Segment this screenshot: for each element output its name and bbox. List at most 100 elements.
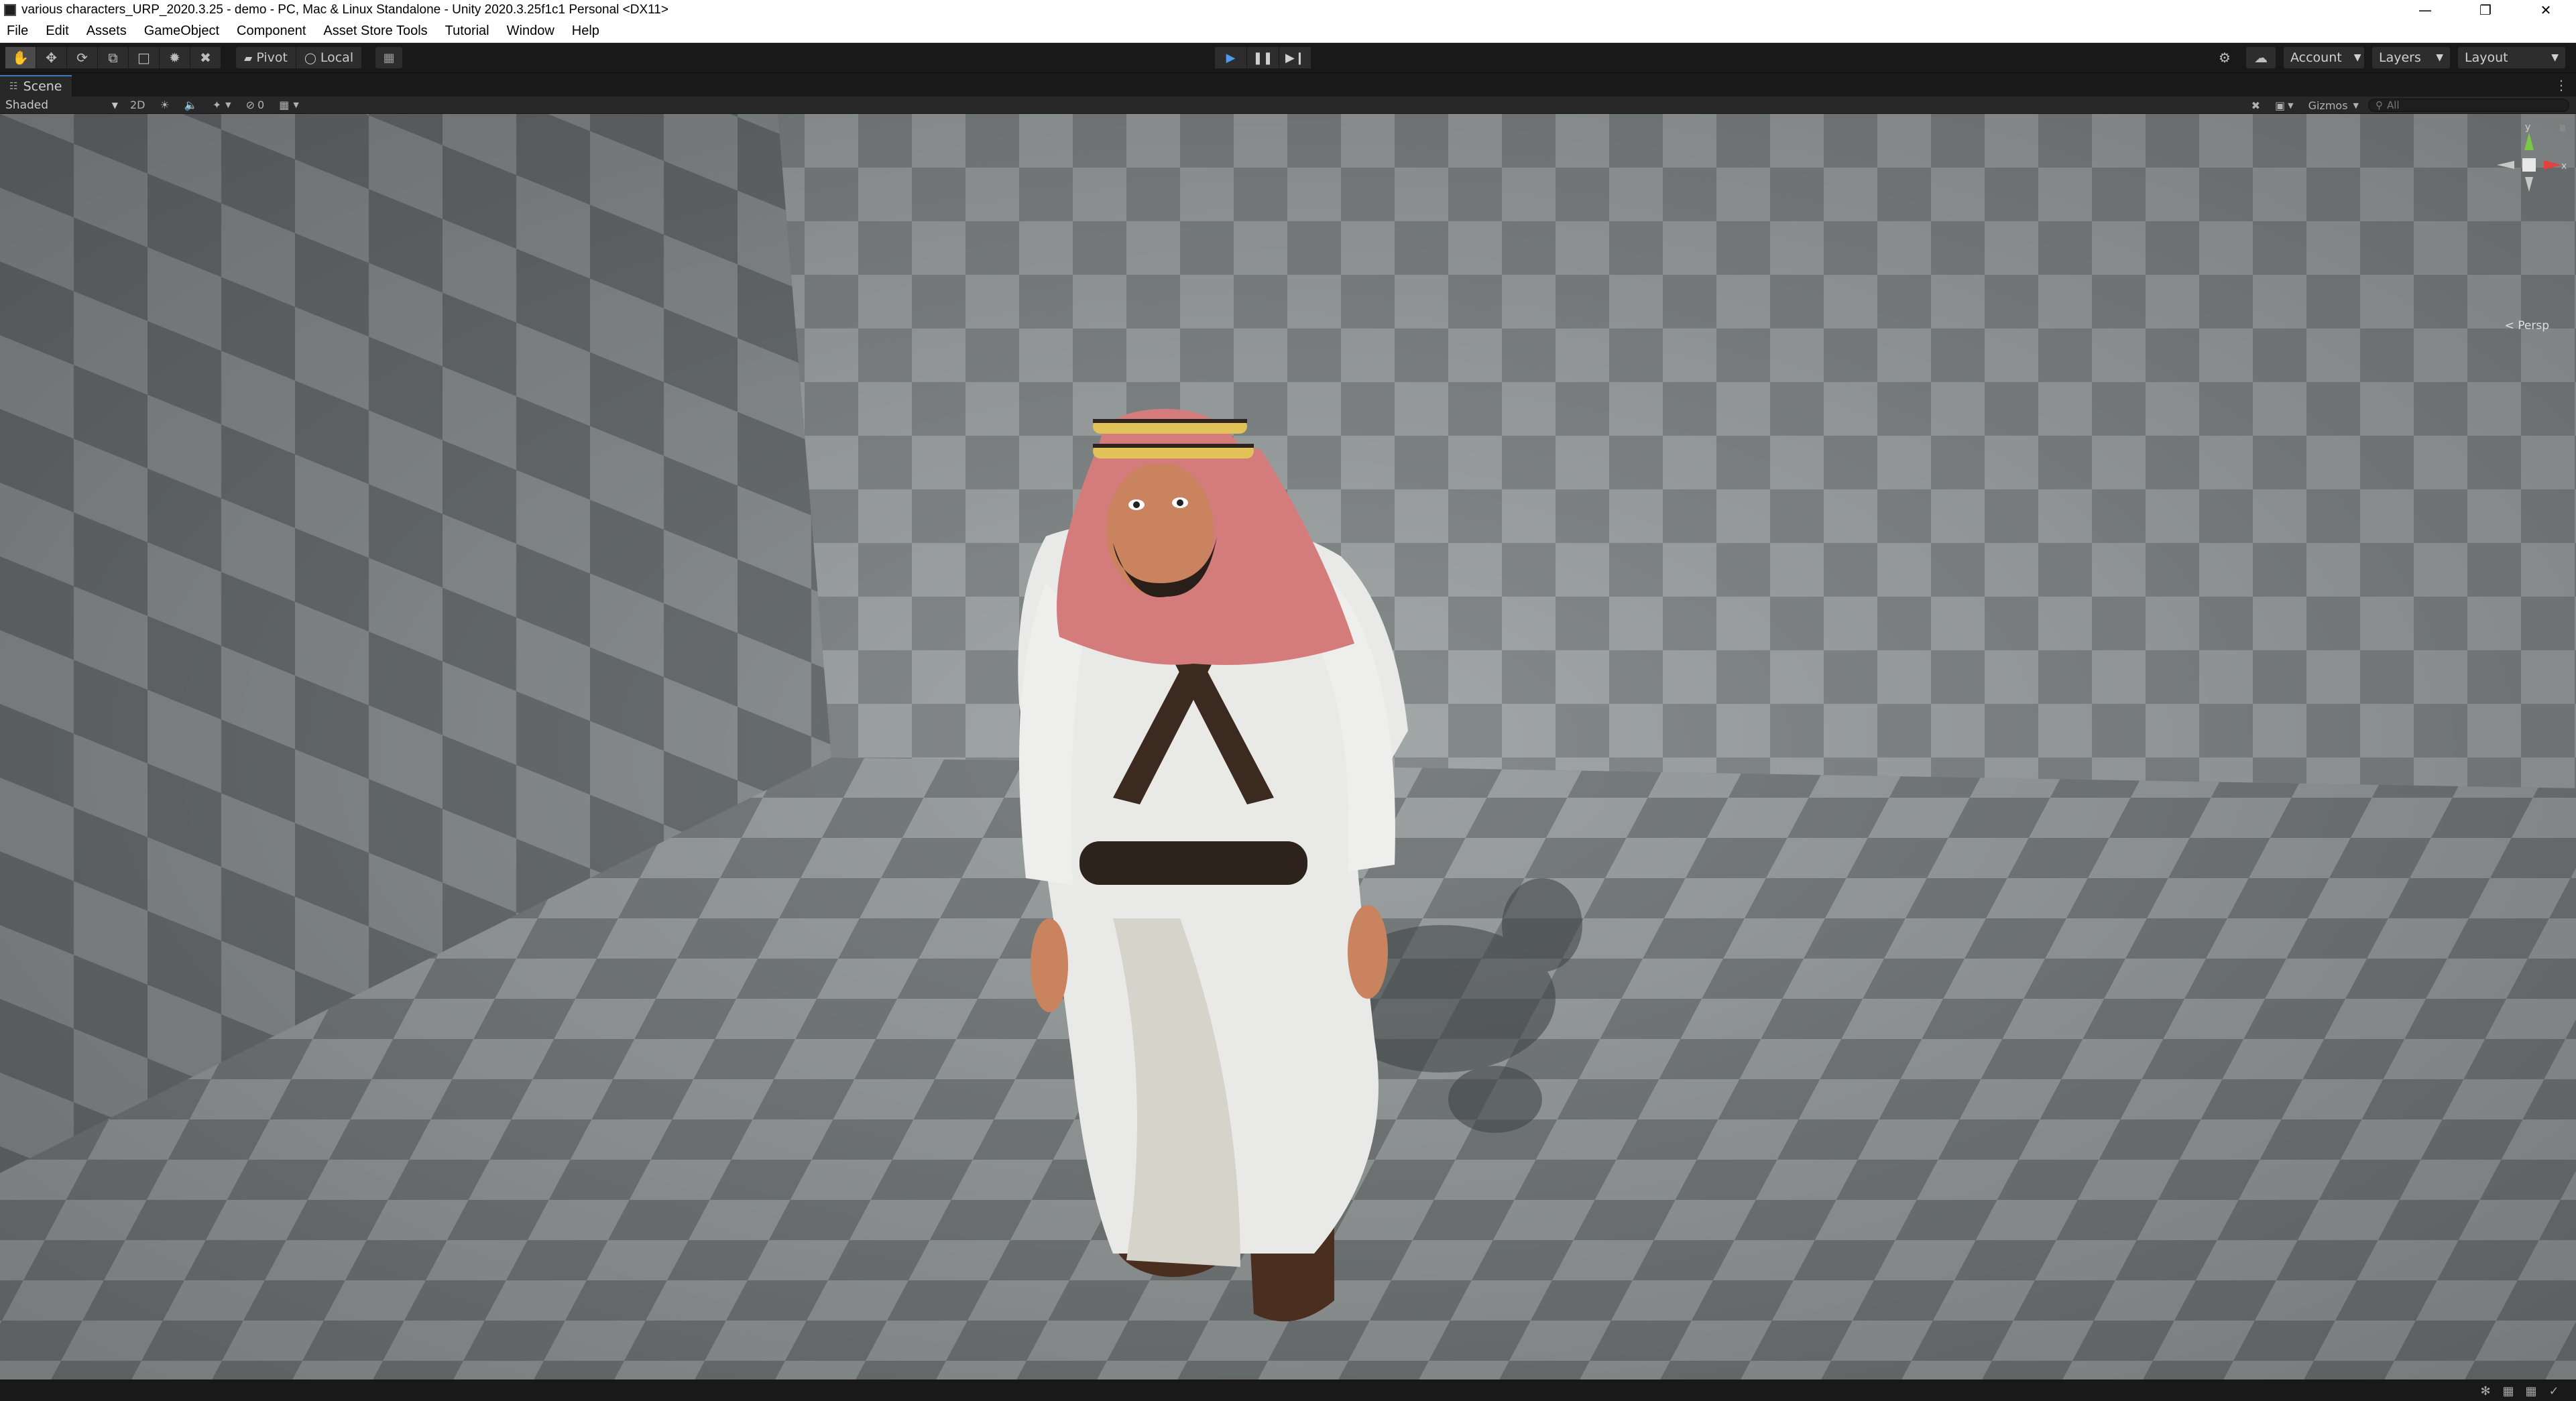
window-controls: — ❐ ✕ xyxy=(2395,0,2576,20)
layout-dropdown[interactable]: Layout ▼ xyxy=(2458,47,2565,68)
scene-toolbar-right: ✖ ▣ ▼ Gizmos ▼ ⚲ All xyxy=(2242,97,2576,114)
mode-2d-label: 2D xyxy=(130,99,145,111)
transform-icon: ✹ xyxy=(169,50,180,66)
scene-render xyxy=(0,114,2576,1380)
step-button[interactable]: ▶❙ xyxy=(1279,47,1311,68)
layout-label: Layout xyxy=(2465,50,2508,65)
audio-toggle[interactable]: 🔈 xyxy=(179,98,203,113)
grid-snap-icon: ▦ xyxy=(383,50,395,65)
gizmo-neg-x-cone[interactable] xyxy=(2497,161,2514,169)
toggle-2d-button[interactable]: 2D xyxy=(125,98,151,113)
progress-icon[interactable]: ▦ xyxy=(2520,1383,2542,1399)
status-icons: ✻ ▦ ▦ ✓ xyxy=(2474,1383,2565,1399)
layers-dropdown[interactable]: Layers ▼ xyxy=(2372,47,2450,68)
toolbar-right: ⚙ ☁ Account ▼ Layers ▼ Layout ▼ xyxy=(2203,47,2565,68)
hand-icon: ✋ xyxy=(12,50,29,66)
close-button[interactable]: ✕ xyxy=(2516,0,2576,20)
move-icon: ✥ xyxy=(46,50,57,66)
chevron-down-icon: ▼ xyxy=(2551,52,2559,63)
pivot-toggle[interactable]: ▰ Pivot xyxy=(236,47,296,68)
orientation-gizmo[interactable]: y x xyxy=(2492,118,2572,225)
bug-icon[interactable]: ✻ xyxy=(2474,1383,2497,1399)
local-icon: ◯ xyxy=(304,51,316,64)
local-toggle[interactable]: ◯ Local xyxy=(296,47,363,68)
pivot-local-group: ▰ Pivot ◯ Local xyxy=(236,47,363,68)
pause-button[interactable]: ❚❚ xyxy=(1247,47,1279,68)
gizmo-axis-y: y xyxy=(2525,122,2530,133)
tools-icon: ✖ xyxy=(200,50,211,66)
account-label: Account xyxy=(2290,50,2342,65)
tools-toggle[interactable]: ✖ xyxy=(2246,98,2266,113)
tab-scene[interactable]: ☷ Scene xyxy=(0,75,72,97)
pivot-icon: ▰ xyxy=(244,51,253,64)
menu-asset-store-tools[interactable]: Asset Store Tools xyxy=(323,23,427,39)
account-dropdown[interactable]: Account ▼ xyxy=(2284,47,2364,68)
cloud-icon: ☁ xyxy=(2254,50,2268,66)
projection-label[interactable]: < Persp xyxy=(2505,319,2549,332)
rect-tool-button[interactable]: □ xyxy=(129,47,160,68)
camera-dropdown[interactable]: ▣ ▼ xyxy=(2270,98,2299,113)
rotate-tool-button[interactable]: ⟳ xyxy=(67,47,98,68)
effects-dropdown[interactable]: ✦ ▼ xyxy=(207,98,237,113)
menu-gameobject[interactable]: GameObject xyxy=(144,23,219,39)
draw-mode-label: Shaded xyxy=(5,98,49,112)
unity-app-icon xyxy=(4,4,16,16)
collab-button[interactable]: ⚙ xyxy=(2210,47,2239,68)
chevron-down-icon: ▼ xyxy=(2353,101,2359,110)
lighting-toggle[interactable]: ☀ xyxy=(155,98,175,113)
move-tool-button[interactable]: ✥ xyxy=(36,47,67,68)
local-label: Local xyxy=(320,50,354,65)
effects-icon: ✦ xyxy=(212,99,222,111)
menu-assets[interactable]: Assets xyxy=(86,23,127,39)
gizmo-center-cube[interactable] xyxy=(2522,158,2536,172)
layers-label: Layers xyxy=(2379,50,2421,65)
gizmos-dropdown[interactable]: Gizmos ▼ xyxy=(2303,98,2364,113)
step-icon: ▶❙ xyxy=(1285,50,1305,65)
window-title: various characters_URP_2020.3.25 - demo … xyxy=(21,3,668,17)
collab-icon: ⚙ xyxy=(2219,50,2231,66)
light-bulb-icon: ☀ xyxy=(160,99,170,111)
menu-component[interactable]: Component xyxy=(237,23,306,39)
custom-tool-button[interactable]: ✖ xyxy=(190,47,221,68)
chevron-down-icon: ▼ xyxy=(111,100,118,110)
gizmo-y-cone[interactable] xyxy=(2524,133,2534,150)
pause-icon: ❚❚ xyxy=(1252,50,1273,65)
rotate-icon: ⟳ xyxy=(76,50,88,66)
scene-tab-strip: ☷ Scene ⋮ xyxy=(0,72,2576,97)
auto-generate-icon[interactable]: ▦ xyxy=(2497,1383,2520,1399)
restore-button[interactable]: ❐ xyxy=(2455,0,2516,20)
menu-window[interactable]: Window xyxy=(507,23,554,39)
scene-search-input[interactable]: ⚲ All xyxy=(2368,99,2569,112)
eye-slash-icon: ⊘ xyxy=(245,99,255,111)
menu-tutorial[interactable]: Tutorial xyxy=(445,23,489,39)
menu-bar: File Edit Assets GameObject Component As… xyxy=(0,20,2576,43)
gizmo-lock-icon[interactable] xyxy=(2560,125,2565,131)
scale-tool-button[interactable]: ⧉ xyxy=(98,47,129,68)
main-toolbar: ✋ ✥ ⟳ ⧉ □ ✹ ✖ ▰ Pivot ◯ Local ▦ ▶ ❚❚ ▶❙ ⚙ … xyxy=(0,43,2576,72)
hidden-objects-toggle[interactable]: ⊘ 0 xyxy=(241,98,270,113)
menu-edit[interactable]: Edit xyxy=(46,23,68,39)
play-button[interactable]: ▶ xyxy=(1215,47,1247,68)
play-controls: ▶ ❚❚ ▶❙ xyxy=(1215,47,1311,68)
scene-viewport[interactable]: y x < Persp xyxy=(0,114,2576,1380)
minimize-button[interactable]: — xyxy=(2395,0,2455,20)
gizmos-label: Gizmos xyxy=(2308,99,2348,112)
grid-snap-button[interactable]: ▦ xyxy=(375,47,403,68)
gizmo-neg-y-cone[interactable] xyxy=(2525,177,2533,192)
window-title-bar: various characters_URP_2020.3.25 - demo … xyxy=(0,0,2576,20)
gizmo-x-cone[interactable] xyxy=(2544,160,2561,170)
tab-menu-icon[interactable]: ⋮ xyxy=(2555,77,2568,93)
camera-icon: ▣ xyxy=(2274,99,2286,112)
rect-icon: □ xyxy=(137,50,150,66)
menu-help[interactable]: Help xyxy=(572,23,599,39)
transform-tool-button[interactable]: ✹ xyxy=(160,47,190,68)
draw-mode-dropdown[interactable]: Shaded ▼ xyxy=(3,98,121,113)
transform-tools: ✋ ✥ ⟳ ⧉ □ ✹ ✖ xyxy=(5,47,221,68)
grid-dropdown[interactable]: ▦ ▼ xyxy=(274,98,304,113)
hand-tool-button[interactable]: ✋ xyxy=(5,47,36,68)
check-icon[interactable]: ✓ xyxy=(2542,1383,2565,1399)
search-icon: ⚲ xyxy=(2376,99,2383,111)
play-icon: ▶ xyxy=(1226,50,1236,65)
menu-file[interactable]: File xyxy=(7,23,28,39)
cloud-button[interactable]: ☁ xyxy=(2246,47,2276,68)
